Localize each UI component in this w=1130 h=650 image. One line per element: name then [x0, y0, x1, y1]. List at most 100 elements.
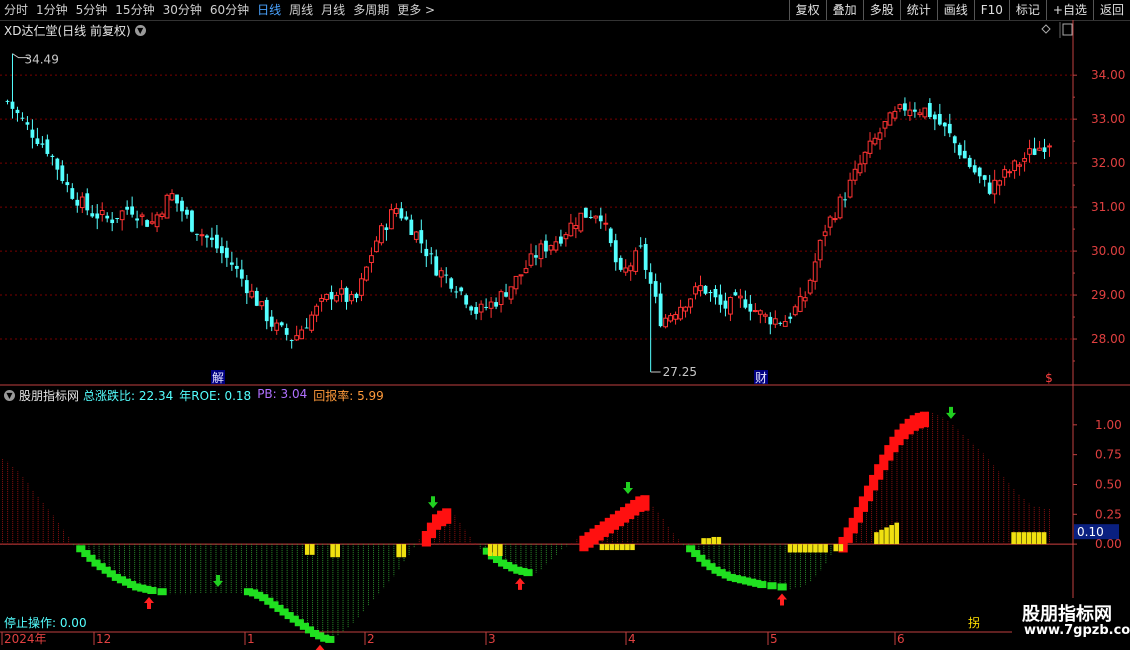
candle-body-down [45, 139, 50, 154]
candle-body-up [438, 270, 444, 278]
yellow-bar [330, 544, 335, 558]
period-tab[interactable]: 月线 [317, 0, 349, 20]
candle-body-down [40, 143, 45, 145]
toolbar-button[interactable]: 统计 [899, 0, 937, 20]
yellow-bar [1016, 532, 1021, 545]
candle-body-up [334, 294, 339, 302]
candle-body-down [125, 206, 130, 210]
candle-body-up [139, 214, 145, 217]
candle-body-up [518, 274, 524, 277]
yellow-bar [884, 527, 889, 545]
candle-body-down [464, 295, 469, 305]
candle-body-up [309, 314, 315, 331]
period-tab[interactable]: 60分钟 [206, 0, 253, 20]
yellow-bar [879, 529, 884, 545]
period-tab[interactable]: 日线 [253, 0, 285, 20]
candle-body-down [788, 316, 793, 319]
candle-body-up [593, 215, 599, 219]
candle-body-down [180, 200, 184, 212]
candle-body-down [444, 274, 449, 276]
candle-body-down [304, 327, 309, 329]
candle-body-down [424, 248, 429, 257]
chart-canvas[interactable]: 34.0033.0032.0031.0030.0029.0028.0034.49… [0, 20, 1130, 650]
candle-body-down [987, 182, 992, 194]
candle-body-down [130, 206, 135, 215]
candle-body-up [752, 309, 758, 312]
toolbar-button[interactable]: 复权 [788, 0, 826, 20]
candle-body-down [703, 285, 708, 294]
candle-body-down [962, 150, 967, 159]
toolbar-button[interactable]: 画线 [936, 0, 974, 20]
trend-block-green [757, 581, 767, 589]
time-label: 3 [488, 632, 496, 646]
period-tab[interactable]: 周线 [285, 0, 317, 20]
yellow-bar [609, 544, 615, 551]
candle-body-down [843, 199, 847, 201]
brand-url: www.7gpzb.com [1024, 623, 1130, 638]
yellow-bar [310, 544, 315, 555]
candle-body-down [214, 234, 219, 249]
candle-body-down [289, 340, 294, 342]
candle-body-down [947, 123, 952, 134]
candle-body-down [912, 109, 917, 112]
candle-body-up [663, 317, 669, 328]
candle-body-up [762, 314, 768, 317]
candle-body-up [1047, 145, 1052, 148]
candle-body-up [827, 216, 833, 228]
candle-body-up [992, 179, 998, 195]
toolbar-button[interactable]: F10 [973, 0, 1009, 20]
indicator-tick-label: 0.75 [1095, 448, 1122, 462]
yellow-bar [604, 544, 610, 551]
yellow-bar [599, 544, 605, 551]
candle-body-down [977, 167, 982, 177]
status-text: 停止操作: 0.00 [4, 615, 87, 630]
candle-body-down [244, 280, 249, 294]
candle-body-up [862, 151, 868, 165]
candle-body-down [903, 103, 907, 111]
diamond-icon [1041, 24, 1051, 34]
trend-block-red [640, 495, 650, 511]
candle-body-up [548, 245, 554, 251]
toolbar-button[interactable]: +自选 [1045, 0, 1093, 20]
yellow-bar [808, 544, 813, 553]
toolbar-button[interactable]: 标记 [1008, 0, 1046, 20]
candle-body-up [1007, 171, 1013, 174]
candle-body-up [837, 196, 843, 219]
candle-body-down [937, 113, 942, 125]
period-tab[interactable]: 更多 > [393, 0, 439, 20]
period-tab[interactable]: 5分钟 [72, 0, 112, 20]
period-tab[interactable]: 分时 [0, 0, 32, 20]
period-tab[interactable]: 15分钟 [111, 0, 158, 20]
candle-body-up [149, 221, 155, 224]
yellow-bar [487, 544, 493, 557]
candle-body-down [105, 215, 110, 219]
buy-arrow-icon [777, 593, 787, 606]
candle-body-up [508, 286, 514, 300]
period-tab[interactable]: 多周期 [349, 0, 393, 20]
period-tab[interactable]: 1分钟 [32, 0, 72, 20]
toolbar-button[interactable]: 返回 [1092, 0, 1130, 20]
candle-body-up [553, 241, 559, 251]
candle-body-up [1002, 169, 1008, 178]
candle-body-down [723, 300, 728, 309]
candle-body-up [1037, 147, 1042, 151]
candle-body-up [523, 268, 529, 274]
yellow-bar [802, 544, 808, 553]
candle-body-down [613, 240, 618, 263]
toolbar-button[interactable]: 多股 [862, 0, 900, 20]
candle-body-up [673, 314, 678, 320]
toolbar-button[interactable]: 叠加 [825, 0, 863, 20]
period-tab[interactable]: 30分钟 [159, 0, 206, 20]
high-label: 34.49 [24, 53, 58, 67]
candle-body-down [219, 246, 224, 254]
candle-body-down [135, 218, 140, 221]
candle-body-up [737, 295, 743, 299]
candle-body-up [528, 253, 534, 266]
yellow-bar [711, 536, 717, 545]
candle-body-up [847, 179, 853, 198]
time-label: 5 [770, 632, 778, 646]
candle-body-down [459, 287, 464, 292]
candle-body-up [1022, 158, 1027, 162]
candle-body-down [85, 193, 90, 211]
candle-body-down [95, 213, 100, 219]
